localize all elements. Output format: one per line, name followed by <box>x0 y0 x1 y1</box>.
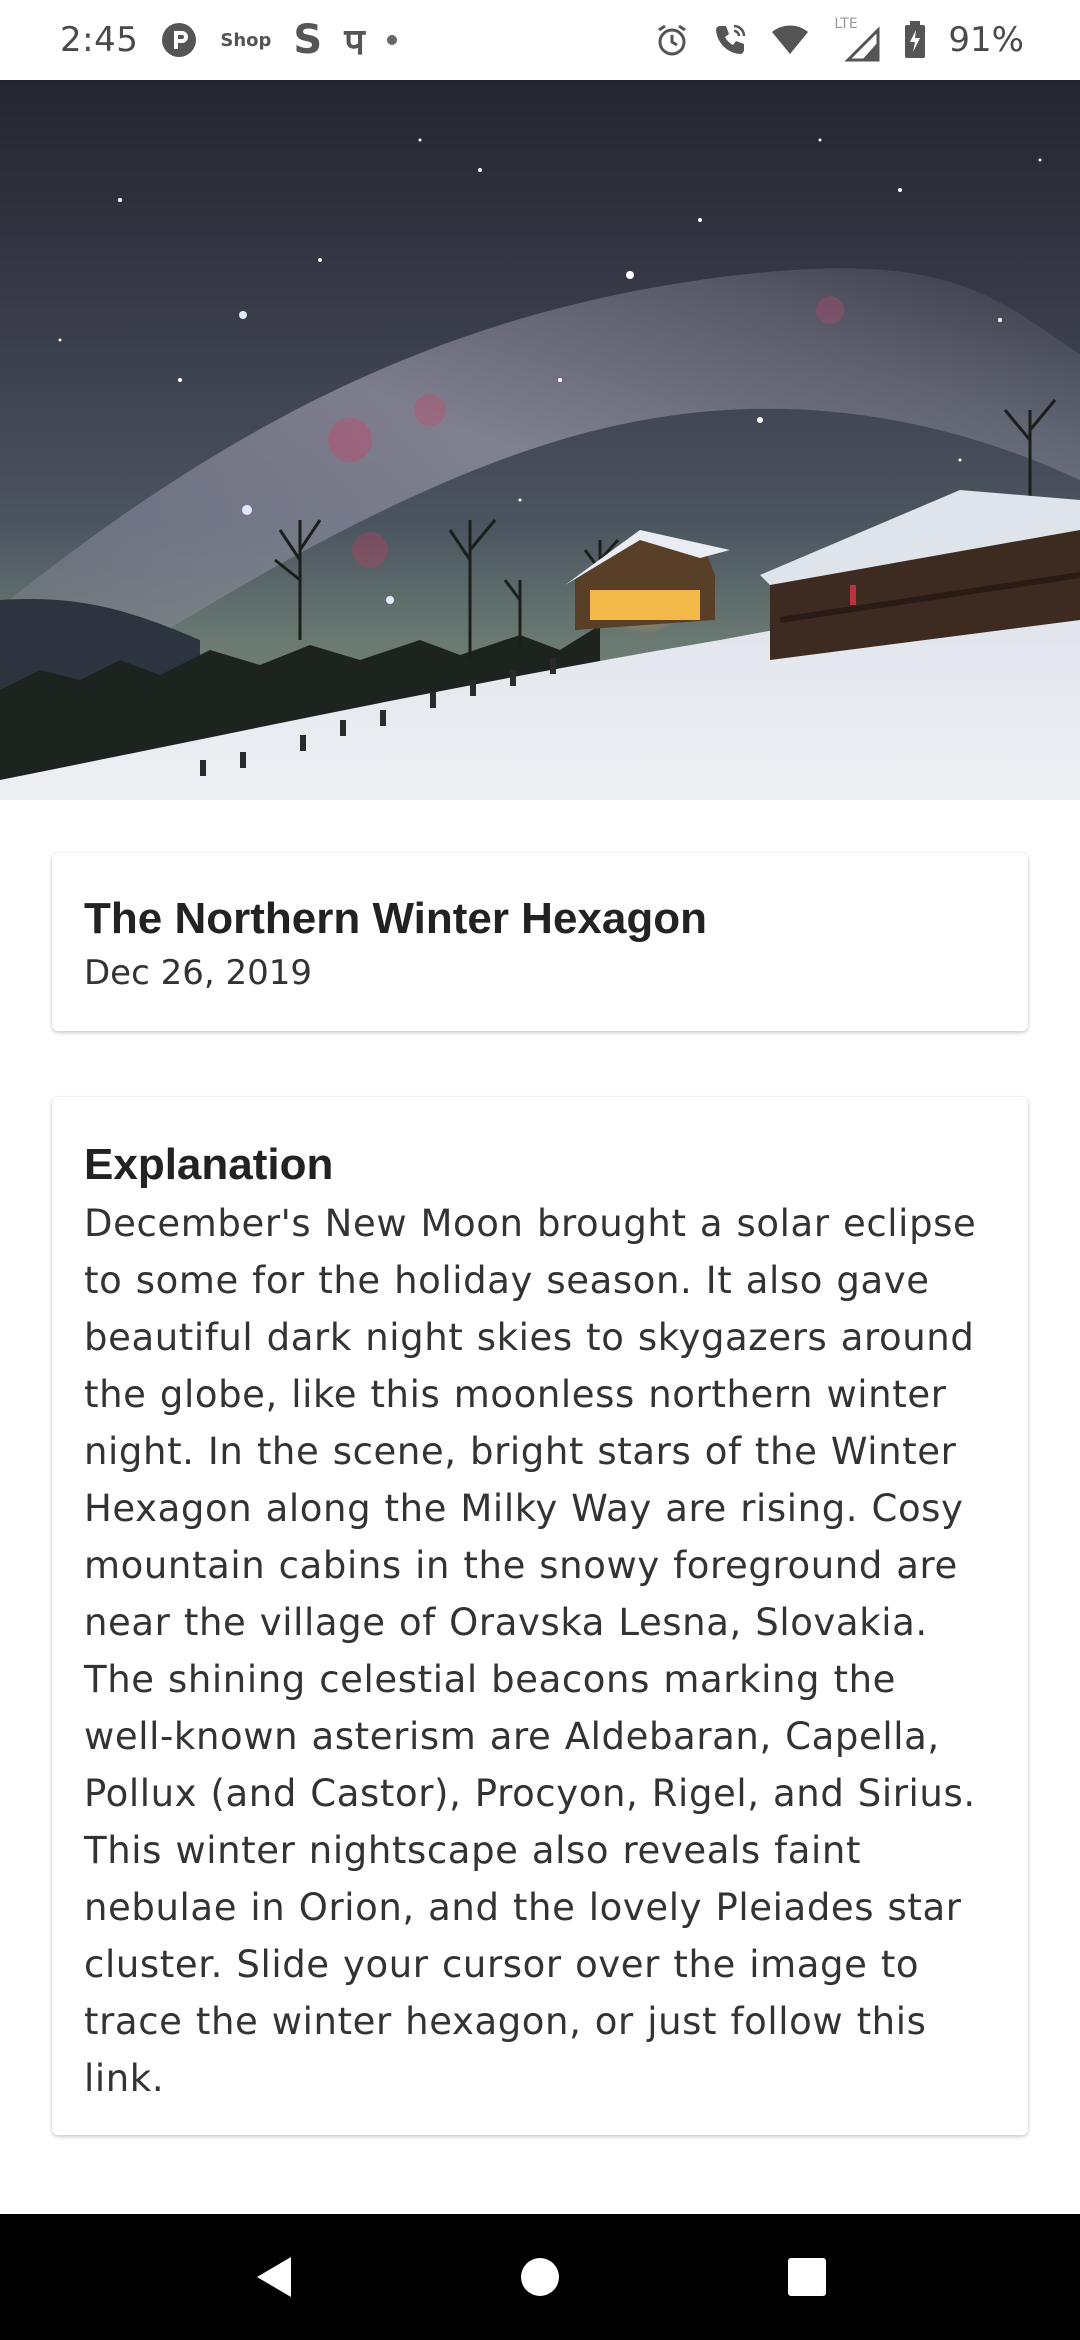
s-icon: S <box>293 17 323 63</box>
explanation-card: Explanation December's New Moon brought … <box>52 1097 1028 2135</box>
screen: 2:45 Shop S प LTE 91% The Northern Winte… <box>0 0 1080 2340</box>
back-icon[interactable] <box>233 2237 313 2317</box>
lte-signal-icon: LTE <box>832 16 882 62</box>
night-sky-photo <box>0 80 1080 800</box>
apod-date: Dec 26, 2019 <box>84 953 313 993</box>
shop-icon: Shop <box>220 29 272 51</box>
apod-title: The Northern Winter Hexagon <box>84 894 707 943</box>
explanation-heading: Explanation <box>84 1140 334 1189</box>
explanation-body: December's New Moon brought a solar ecli… <box>84 1202 977 2100</box>
home-icon[interactable] <box>500 2237 580 2317</box>
status-bar: 2:45 Shop S प LTE 91% <box>0 0 1080 80</box>
battery-charging-icon <box>904 21 926 59</box>
recents-icon[interactable] <box>767 2237 847 2317</box>
hindi-letter-icon: प <box>344 21 365 63</box>
p-circle-icon <box>160 21 198 59</box>
status-left: 2:45 Shop S प <box>60 16 397 65</box>
dot-icon <box>386 35 397 45</box>
wifi-call-icon <box>712 22 748 58</box>
battery-percent: 91% <box>948 20 1024 60</box>
alarm-icon <box>654 22 690 58</box>
status-time: 2:45 <box>60 20 139 60</box>
status-right: LTE 91% <box>654 16 1024 62</box>
hero-image[interactable] <box>0 80 1080 800</box>
title-card: The Northern Winter Hexagon Dec 26, 2019 <box>52 853 1028 1031</box>
navigation-bar <box>0 2214 1080 2340</box>
wifi-icon <box>770 22 810 58</box>
